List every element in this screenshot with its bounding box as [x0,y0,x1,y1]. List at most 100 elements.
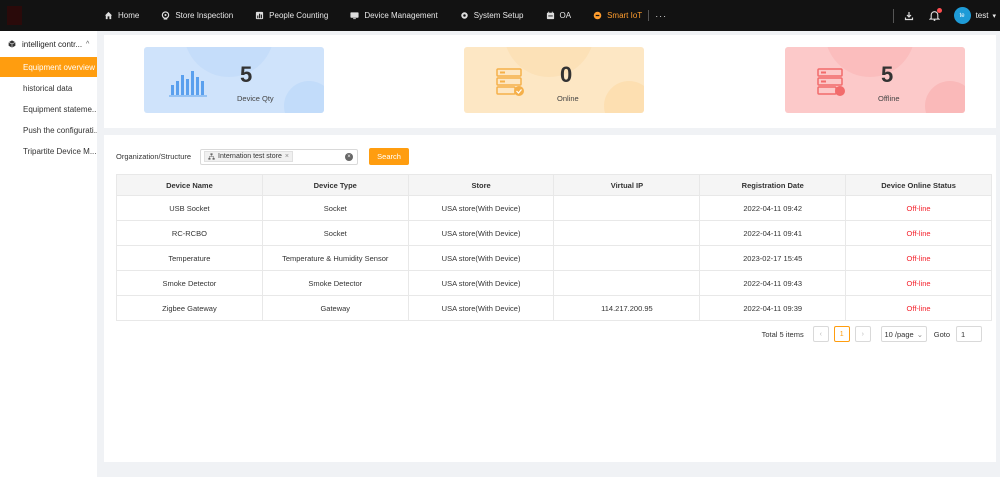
page-1-button[interactable]: 1 [833,326,850,342]
nav-device-management[interactable]: Device Management [350,0,438,31]
sidebar-item-equipment-statement[interactable]: Equipment stateme... [0,99,97,119]
chart-icon [256,11,264,20]
toolbar-divider [892,8,894,23]
cell-store: USA store(With Device) [407,295,555,321]
table-row[interactable]: RC-RCBO Socket USA store(With Device) 20… [116,220,992,246]
cell-virtual-ip [553,195,701,221]
server-check-icon [496,68,524,96]
organization-label: Organization/Structure [116,152,192,161]
cell-device-type: Socket [261,195,409,221]
column-store: Store [407,174,555,196]
goto-label: Goto [933,329,950,339]
offline-label: Offline [878,94,900,103]
main-nav: Home Store Inspection People Counting De… [104,0,667,31]
device-qty-card: 5 Device Qty [144,47,324,113]
nav-more-button[interactable]: ··· [655,11,667,21]
cell-device-name: Zigbee Gateway [116,295,263,321]
nav-store-inspection[interactable]: Store Inspection [161,0,233,31]
logo[interactable] [7,6,22,25]
table-row[interactable]: Zigbee Gateway Gateway USA store(With De… [116,295,992,321]
download-icon[interactable] [904,10,915,21]
goto-input[interactable]: 1 [956,326,982,342]
device-qty-value: 5 [240,62,253,87]
iot-icon [593,11,602,20]
table-row[interactable]: Temperature Temperature & Humidity Senso… [116,245,992,271]
avatar[interactable]: te [953,7,971,24]
user-name[interactable]: test [976,11,989,20]
device-table: Device Name Device Type Store Virtual IP… [116,174,992,321]
cell-device-type: Socket [261,220,409,246]
column-online-status: Device Online Status [845,174,992,196]
cell-registration-date: 2023-02-17 15:45 [699,245,847,271]
nav-smart-iot[interactable]: Smart IoT [593,0,642,31]
cell-online-status: Off-line [845,295,992,321]
chevron-up-icon: ^ [86,40,90,48]
nav-oa[interactable]: OA [546,0,571,31]
column-device-name: Device Name [116,174,263,196]
cell-store: USA store(With Device) [407,270,555,296]
cell-device-type: Gateway [261,295,409,321]
cell-store: USA store(With Device) [407,220,555,246]
column-device-type: Device Type [261,174,409,196]
notification-dot [936,8,942,13]
sidebar-group-intelligent-control[interactable]: intelligent contr... ^ [0,31,97,57]
cell-online-status: Off-line [845,220,992,246]
nav-system-setup[interactable]: System Setup [460,0,524,31]
nav-people-counting-label: People Counting [269,11,329,20]
cell-virtual-ip: 114.217.200.95 [553,295,701,321]
online-value: 0 [560,62,573,87]
cell-online-status: Off-line [845,195,992,221]
table-row[interactable]: Smoke Detector Smoke Detector USA store(… [116,270,992,296]
cell-device-type: Smoke Detector [261,270,409,296]
org-tree-icon [208,153,215,160]
camera-icon [162,11,170,20]
nav-store-inspection-label: Store Inspection [175,11,234,20]
monitor-icon [350,12,359,20]
cell-virtual-ip [553,270,701,296]
cell-registration-date: 2022-04-11 09:43 [699,270,847,296]
sidebar-item-push-configuration[interactable]: Push the configurati... [0,120,97,140]
selected-store-label: Internation test store [218,153,282,160]
tag-close-icon[interactable]: × [285,153,289,160]
sidebar-item-tripartite-device[interactable]: Tripartite Device M... [0,141,97,161]
table-header-row: Device Name Device Type Store Virtual IP… [116,174,992,196]
prev-page-button[interactable]: ‹ [812,326,829,342]
cell-device-name: RC-RCBO [116,220,263,246]
cell-registration-date: 2022-04-11 09:41 [699,220,847,246]
chevron-down-icon[interactable]: ▾ [992,12,996,20]
cell-device-name: Smoke Detector [116,270,263,296]
nav-home[interactable]: Home [104,0,139,31]
offline-value: 5 [881,62,894,87]
pagination-total: Total 5 items [761,329,804,339]
sidebar: intelligent contr... ^ Equipment overvie… [0,31,97,477]
sidebar-group-label: intelligent contr... [22,39,83,49]
nav-system-setup-label: System Setup [473,11,524,20]
offline-card: 5 Offline [785,47,965,113]
stats-panel: 5 Device Qty 0 Online 5 Offline [104,35,996,128]
search-button[interactable]: Search [369,148,410,165]
bar-chart-icon [169,71,207,97]
sidebar-item-historical-data[interactable]: historical data [0,78,97,98]
home-icon [104,11,113,20]
page-size-select[interactable]: 10 /page ⌄ [880,326,927,342]
chevron-down-icon: ⌄ [916,329,923,339]
organization-select[interactable]: Internation test store × × [200,148,359,165]
column-virtual-ip: Virtual IP [553,174,701,196]
page-size-label: 10 /page [884,329,914,339]
cell-virtual-ip [553,245,701,271]
cell-store: USA store(With Device) [407,245,555,271]
next-page-button[interactable]: › [854,326,871,342]
device-qty-label: Device Qty [237,94,274,103]
nav-divider [648,10,650,21]
clear-icon[interactable]: × [345,152,354,161]
device-list-panel: Organization/Structure Internation test … [104,135,996,462]
sidebar-item-equipment-overview[interactable]: Equipment overview [0,57,97,77]
online-label: Online [557,94,579,103]
nav-people-counting[interactable]: People Counting [255,0,328,31]
bell-icon[interactable] [928,8,942,21]
cell-registration-date: 2022-04-11 09:39 [699,295,847,321]
selected-store-tag[interactable]: Internation test store × [204,151,293,162]
online-card: 0 Online [464,47,644,113]
table-row[interactable]: USB Socket Socket USA store(With Device)… [116,195,992,221]
column-registration-date: Registration Date [699,174,847,196]
